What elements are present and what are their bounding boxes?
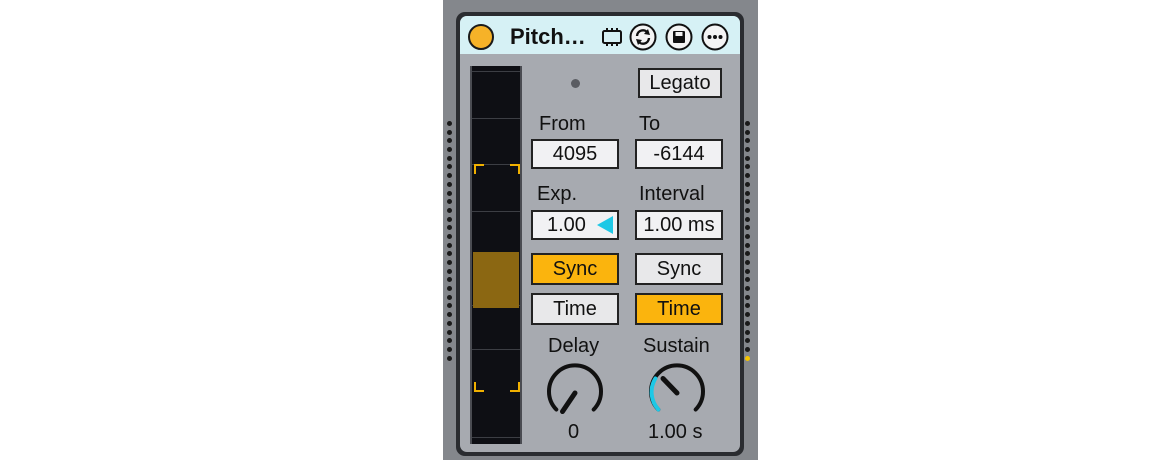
rack-left-scroll-dots	[447, 121, 453, 364]
range-display[interactable]	[470, 66, 522, 444]
to-field[interactable]: -6144	[635, 139, 723, 169]
device-panel: Pitch… Legato From To 4095 -6144 Exp. In…	[460, 16, 740, 452]
hot-swap-icon[interactable]	[629, 23, 657, 51]
left-time-button[interactable]: Time	[531, 293, 619, 325]
device-frame: Pitch… Legato From To 4095 -6144 Exp. In…	[456, 12, 744, 456]
save-icon[interactable]	[665, 23, 693, 51]
to-label: To	[639, 113, 661, 135]
from-field[interactable]: 4095	[531, 139, 619, 169]
chip-icon[interactable]	[600, 25, 624, 49]
device-power-button[interactable]	[468, 24, 494, 50]
interval-label: Interval	[639, 183, 705, 205]
from-label: From	[539, 113, 586, 135]
more-icon[interactable]	[701, 23, 729, 51]
right-sync-button[interactable]: Sync	[635, 253, 723, 285]
sustain-knob[interactable]	[646, 362, 708, 424]
exp-label: Exp.	[537, 183, 578, 205]
delay-label: Delay	[548, 335, 600, 357]
right-time-button[interactable]: Time	[635, 293, 723, 325]
status-led	[571, 79, 580, 88]
exp-field[interactable]: 1.00	[531, 210, 619, 240]
focus-arrow-icon	[597, 216, 613, 234]
delay-knob[interactable]	[544, 362, 606, 424]
device-header: Pitch…	[460, 16, 740, 54]
sustain-label: Sustain	[643, 335, 710, 357]
left-sync-button[interactable]: Sync	[531, 253, 619, 285]
sustain-value: 1.00 s	[648, 421, 703, 443]
range-display-border	[470, 66, 522, 444]
exp-value: 1.00	[547, 214, 586, 236]
legato-button[interactable]: Legato	[638, 68, 722, 98]
rack-right-scroll-dots	[745, 121, 751, 364]
delay-value: 0	[568, 421, 580, 443]
device-title[interactable]: Pitch…	[510, 24, 586, 50]
interval-field[interactable]: 1.00 ms	[635, 210, 723, 240]
